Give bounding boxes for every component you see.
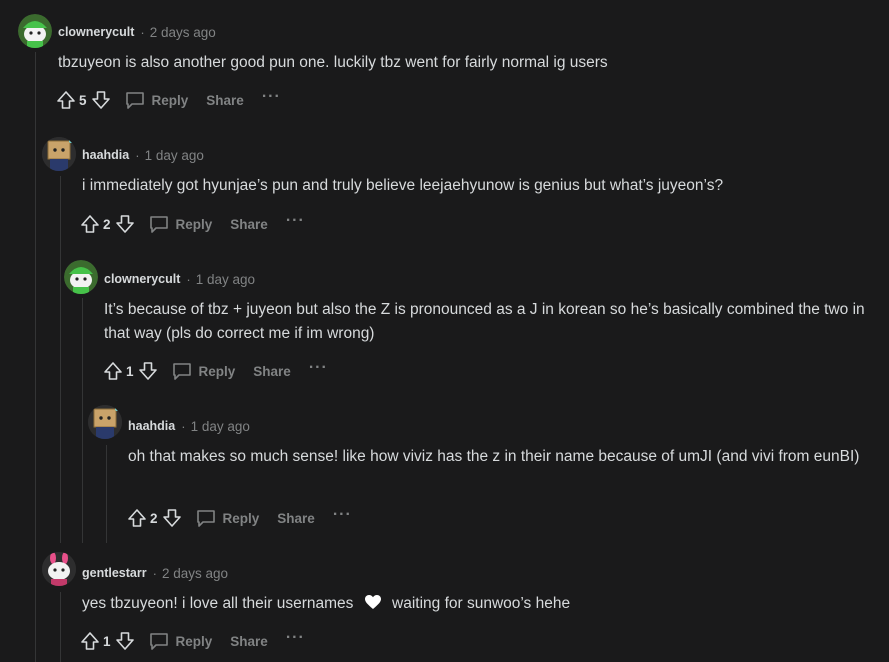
reply-button[interactable]: Reply (124, 90, 189, 110)
vote-score: 1 (103, 633, 111, 649)
separator-dot: · (152, 565, 157, 581)
comment-body: tbzuyeon is also another good pun one. l… (58, 54, 608, 71)
more-options-icon[interactable]: ··· (262, 89, 281, 108)
reply-button[interactable]: Reply (148, 631, 213, 651)
reply-button[interactable]: Reply (171, 361, 236, 381)
upvote-icon (57, 91, 75, 109)
comment-author[interactable]: clownerycult (104, 272, 180, 286)
comment-author[interactable]: haahdia (128, 419, 175, 433)
reply-label: Reply (198, 363, 236, 379)
downvote-icon (91, 91, 110, 109)
box-head-snoo-avatar[interactable] (42, 137, 76, 171)
upvote-button[interactable] (79, 213, 101, 235)
share-button[interactable]: Share (230, 634, 268, 649)
downvote-icon (115, 632, 134, 650)
share-button[interactable]: Share (253, 364, 291, 379)
bunny-snoo-avatar[interactable] (42, 552, 76, 586)
downvote-button[interactable] (114, 630, 136, 652)
comment-body: oh that makes so much sense! like how vi… (128, 448, 860, 465)
upvote-icon (81, 632, 99, 650)
upvote-button[interactable] (79, 630, 101, 652)
comment-bubble-icon (149, 633, 168, 650)
thread-line[interactable] (60, 592, 61, 662)
upvote-button[interactable] (55, 89, 77, 111)
share-button[interactable]: Share (206, 93, 244, 108)
reply-label: Reply (175, 216, 213, 232)
upvote-icon (104, 362, 122, 380)
separator-dot: · (181, 418, 186, 434)
vote-score: 1 (126, 363, 134, 379)
comment-actions: 1 Reply Share ··· (102, 359, 328, 383)
more-options-icon[interactable]: ··· (333, 507, 352, 526)
comment-body: yes tbzuyeon! i love all their usernames… (82, 592, 872, 616)
box-head-snoo-avatar[interactable] (88, 405, 122, 439)
separator-dot: · (135, 147, 140, 163)
comment-actions: 2 Reply Share ··· (79, 212, 305, 236)
comment-actions: 5 Reply Share ··· (55, 88, 281, 112)
comment-text: yes tbzuyeon! i love all their usernames (82, 595, 354, 612)
downvote-icon (162, 509, 181, 527)
more-options-icon[interactable]: ··· (286, 213, 305, 232)
comment-author[interactable]: haahdia (82, 148, 129, 162)
comment-timestamp[interactable]: 2 days ago (162, 566, 228, 581)
comment-bubble-icon (172, 363, 191, 380)
comment-text: waiting for sunwoo’s hehe (392, 595, 571, 612)
comment-body: i immediately got hyunjae’s pun and trul… (82, 177, 724, 194)
comment-bubble-icon (125, 92, 144, 109)
comment-actions: 1 Reply Share ··· (79, 629, 305, 653)
share-button[interactable]: Share (230, 217, 268, 232)
upvote-button[interactable] (102, 360, 124, 382)
comment-bubble-icon (149, 216, 168, 233)
green-snoo-icon (64, 260, 98, 294)
downvote-button[interactable] (114, 213, 136, 235)
separator-dot: · (140, 24, 145, 40)
thread-line[interactable] (35, 52, 36, 662)
separator-dot: · (186, 271, 191, 287)
comment-bubble-icon (196, 510, 215, 527)
comment-timestamp[interactable]: 1 day ago (196, 272, 255, 287)
share-button[interactable]: Share (277, 511, 315, 526)
downvote-button[interactable] (137, 360, 159, 382)
upvote-icon (81, 215, 99, 233)
green-snoo-icon (18, 14, 52, 48)
upvote-icon (128, 509, 146, 527)
bunny-snoo-icon (42, 552, 76, 586)
comment-author[interactable]: gentlestarr (82, 566, 147, 580)
downvote-icon (138, 362, 157, 380)
upvote-button[interactable] (126, 507, 148, 529)
more-options-icon[interactable]: ··· (309, 360, 328, 379)
downvote-button[interactable] (90, 89, 112, 111)
comment-body: It’s because of tbz + juyeon but also th… (104, 301, 865, 342)
vote-score: 2 (150, 510, 158, 526)
green-snoo-avatar[interactable] (64, 260, 98, 294)
box-head-snoo-icon (42, 137, 76, 171)
vote-score: 2 (103, 216, 111, 232)
more-options-icon[interactable]: ··· (286, 630, 305, 649)
reply-label: Reply (151, 92, 189, 108)
reply-button[interactable]: Reply (195, 508, 260, 528)
box-head-snoo-icon (88, 405, 122, 439)
vote-score: 5 (79, 92, 87, 108)
reply-label: Reply (222, 510, 260, 526)
comment-actions: 2 Reply Share ··· (126, 506, 352, 530)
green-snoo-avatar[interactable] (18, 14, 52, 48)
comment-author[interactable]: clownerycult (58, 25, 134, 39)
thread-line[interactable] (60, 176, 61, 543)
comment-timestamp[interactable]: 1 day ago (191, 419, 250, 434)
reply-label: Reply (175, 633, 213, 649)
comment-timestamp[interactable]: 1 day ago (145, 148, 204, 163)
reply-button[interactable]: Reply (148, 214, 213, 234)
downvote-icon (115, 215, 134, 233)
thread-line[interactable] (82, 298, 83, 543)
thread-line[interactable] (106, 445, 107, 543)
comment-timestamp[interactable]: 2 days ago (150, 25, 216, 40)
downvote-button[interactable] (161, 507, 183, 529)
white-heart-icon (364, 595, 381, 609)
